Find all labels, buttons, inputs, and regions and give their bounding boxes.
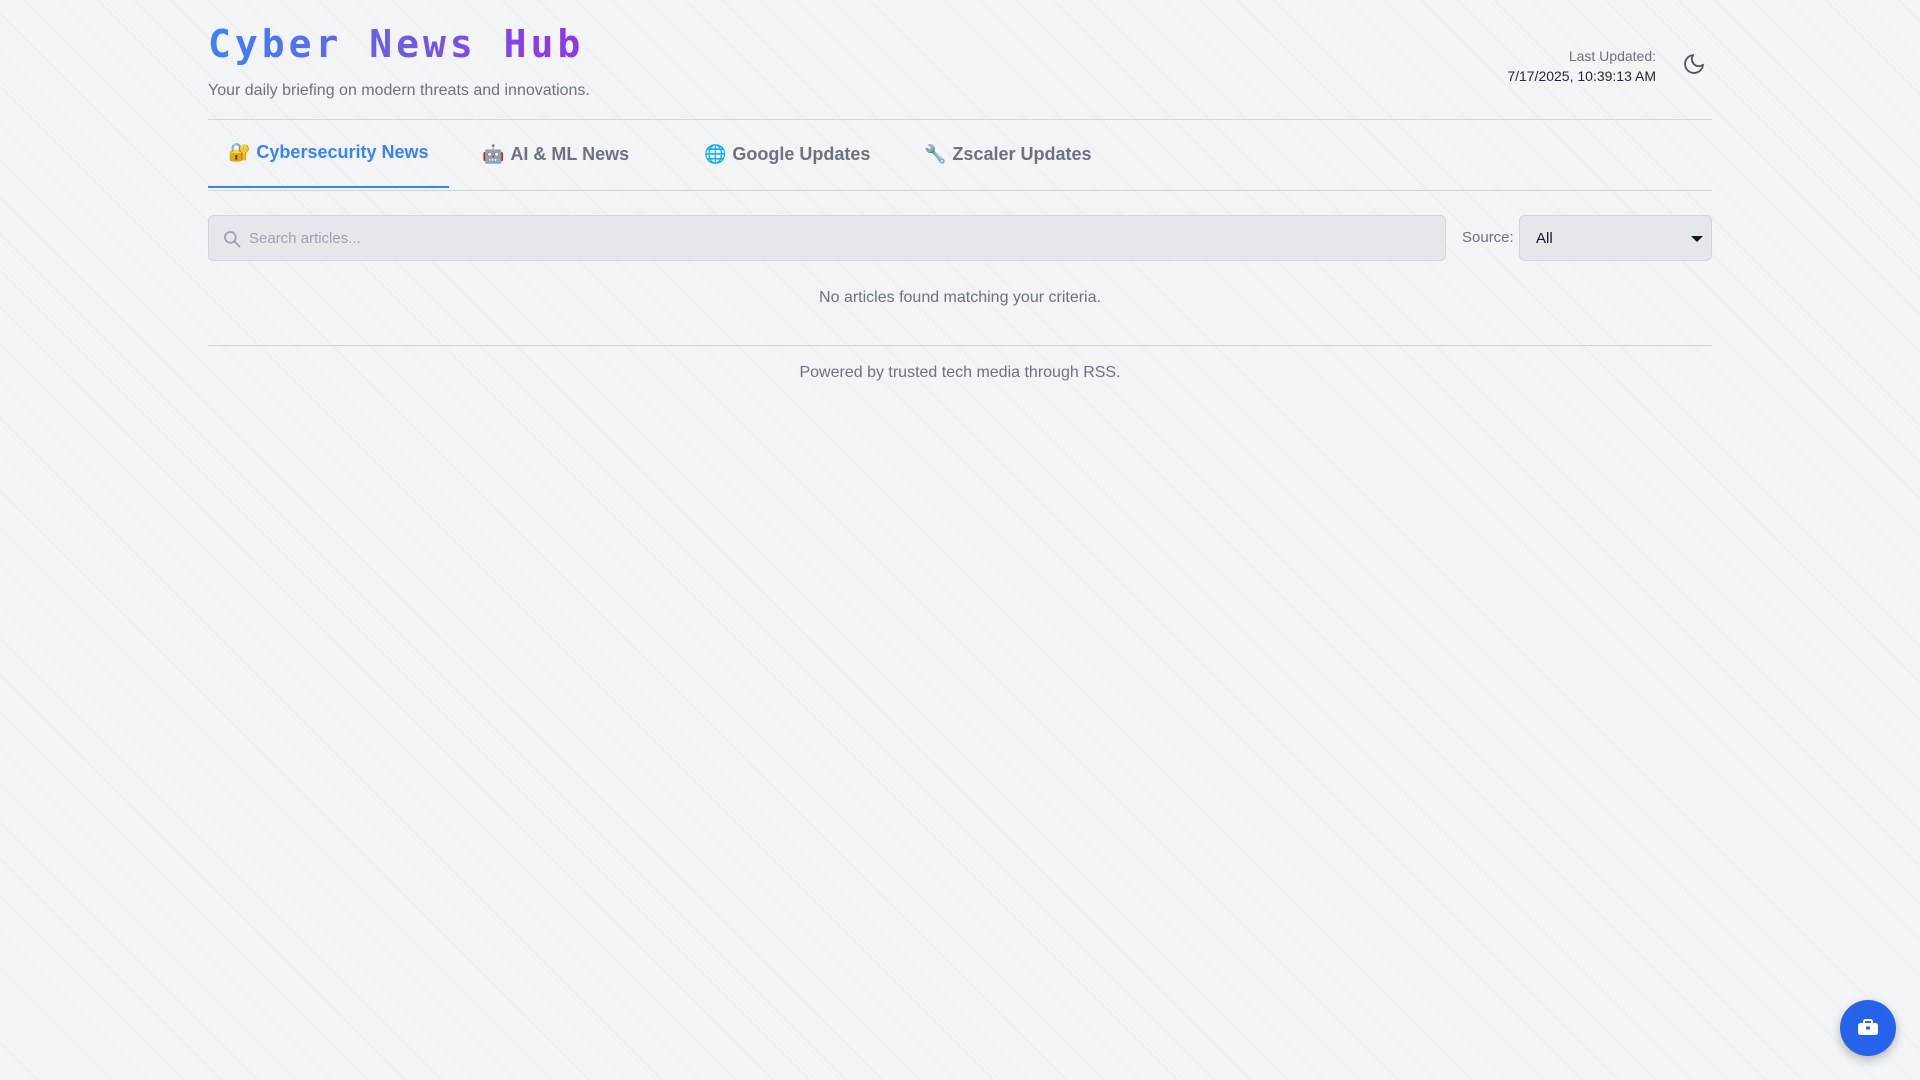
site-subtitle: Your daily briefing on modern threats an… [208,82,590,99]
site-title: Cyber News Hub [208,22,585,66]
filter-controls: Source: All [208,215,1712,261]
tab-cybersecurity-content: 🔐 Cybersecurity News [228,142,429,163]
tab-label: AI & ML News [510,144,630,164]
search-input[interactable] [209,216,1445,260]
last-updated: Last Updated: 7/17/2025, 10:39:13 AM [1507,46,1656,86]
chevron-down-icon [1691,236,1703,242]
wrench-icon: 🔧 [924,144,947,164]
tab-label: Google Updates [732,144,871,164]
moon-icon [1684,54,1704,74]
tab-label: Zscaler Updates [952,144,1092,164]
source-filter-label: Source: [1462,229,1514,246]
tab-label: Cybersecurity News [256,141,429,162]
site-header: Cyber News Hub Your daily briefing on mo… [208,0,1712,120]
footer-text: Powered by trusted tech media through RS… [799,364,1121,381]
tab-zscaler-updates[interactable]: 🔧 Zscaler Updates [904,120,1111,189]
last-updated-value: 7/17/2025, 10:39:13 AM [1507,68,1656,84]
toolbox-fab-button[interactable] [1840,1000,1896,1056]
tab-cybersecurity-news[interactable]: 🔐 Cybersecurity News [208,120,449,188]
category-tabs: 🔐 Cybersecurity News 🤖 AI & ML News 🌐 Googl… [208,120,1712,191]
theme-toggle-button[interactable] [1676,46,1712,82]
lock-key-icon: 🔐 [228,141,251,162]
toolbox-icon [1858,1019,1878,1035]
source-select[interactable]: All [1519,215,1712,261]
last-updated-label: Last Updated: [1568,48,1656,64]
source-selected-value: All [1536,229,1553,247]
tab-google-updates[interactable]: 🌐 Google Updates [684,120,890,189]
search-icon [224,231,241,248]
search-box [208,215,1446,261]
page-container: Cyber News Hub Your daily briefing on mo… [208,0,1712,382]
globe-icon: 🌐 [704,144,727,164]
site-footer: Powered by trusted tech media through RS… [208,345,1712,382]
tab-ai-ml-news[interactable]: 🤖 AI & ML News [462,120,649,189]
robot-icon: 🤖 [482,144,505,164]
empty-state-message: No articles found matching your criteria… [819,289,1101,306]
